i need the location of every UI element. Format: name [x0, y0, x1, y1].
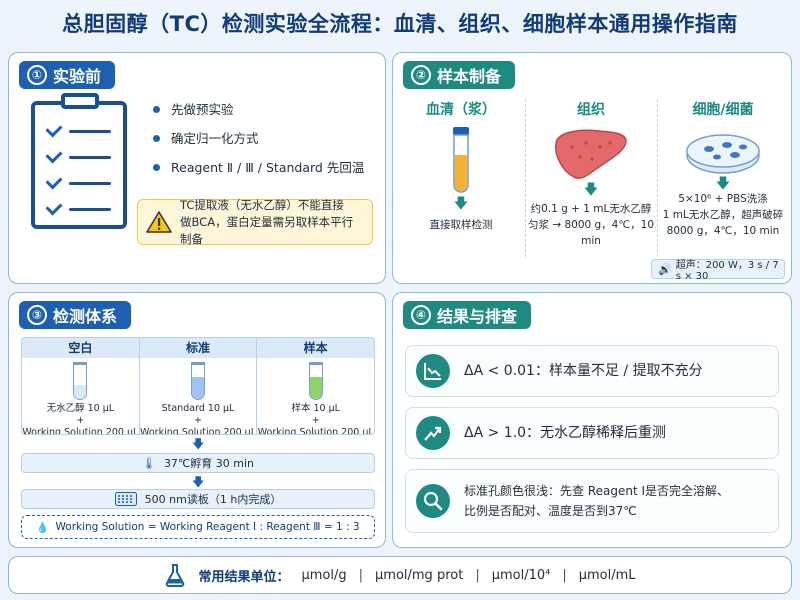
section-title: 实验前 [53, 67, 102, 86]
arrow-down-icon: 🡇 [453, 196, 469, 212]
arrow-down-icon: 🡇 [715, 176, 731, 192]
thermometer-icon: 🌡 [141, 456, 156, 470]
panel-assay-system: ③ 检测体系 空白 无水乙醇 10 μL + Working Solution … [8, 292, 386, 548]
result-text: ΔA < 0.01：样本量不足 / 提取不充分 [464, 363, 703, 379]
cell-line: 1 mL无水乙醇，超声破碎 [662, 209, 784, 221]
section-number: ② [411, 65, 431, 85]
section-title: 检测体系 [53, 307, 118, 326]
incubate-step: 🌡 37℃孵育 30 min [21, 453, 375, 473]
panel-sample-prep: ② 样本制备 血清（浆） 🡇 直接取样检测 组织 🡇 约0.1 g + 1 mL… [392, 52, 792, 284]
page-title: 总胆固醇（TC）检测实验全流程：血清、组织、细胞样本通用操作指南 [62, 12, 738, 36]
unit: μmol/g [301, 567, 347, 583]
serum-desc: 直接取样检测 [429, 219, 493, 231]
column-header: 标准 [139, 338, 257, 358]
cell-line: 样本 10 μL [291, 403, 340, 414]
plus-sign: + [76, 415, 85, 426]
panel-before-experiment: ① 实验前 先做预实验 确定归一化方式 Reagent Ⅱ / Ⅲ / Stan… [8, 52, 386, 284]
formula-text: Working Solution = Working Reagent Ⅰ : R… [55, 521, 360, 533]
read-step: 500 nm读板（1 h内完成） [21, 489, 375, 509]
warning-note: TC提取液（无水乙醇）不能直接 做BCA，蛋白定量需另取样本平行制备 [137, 197, 373, 246]
result-high: ΔA > 1.0：无水乙醇稀释后重测 [405, 407, 779, 459]
result-text: ΔA > 1.0：无水乙醇稀释后重测 [464, 425, 667, 441]
cell-line: Working Solution 200 μL [22, 427, 139, 435]
cell-line: Working Solution 200 μL [257, 427, 374, 435]
unit: μmol/10⁴ [491, 567, 551, 583]
unit: μmol/mL [578, 567, 636, 583]
result-text: 比例是否配对、温度是否到37℃ [464, 504, 637, 518]
warning-line: TC提取液（无水乙醇）不能直接 [180, 197, 344, 212]
flask-icon [166, 564, 185, 587]
magnifier-icon [416, 484, 450, 518]
tissue-line: 约0.1 g + 1 mL无水乙醇 [530, 203, 652, 215]
speaker-icon: 🔊 [658, 262, 672, 276]
panel-results: ④ 结果与排查 ΔA < 0.01：样本量不足 / 提取不充分 ΔA > 1.0… [392, 292, 792, 548]
section-title: 样本制备 [437, 67, 502, 86]
section-header: ① 实验前 [19, 61, 116, 89]
cell-line: 8000 g，4℃，10 min [666, 225, 780, 237]
serum-title: 血清（浆） [426, 102, 496, 118]
tube-icon [191, 362, 205, 400]
unit: μmol/mg prot [375, 567, 464, 583]
blood-tube-icon [453, 127, 469, 193]
clipboard-checklist-icon [31, 93, 127, 229]
warning-line: 做BCA，蛋白定量需另取样本平行制备 [180, 214, 354, 246]
plus-sign: + [311, 415, 320, 426]
plus-sign: + [194, 415, 202, 426]
microplate-icon [114, 492, 137, 506]
units-footer: 常用结果单位： μmol/g | μmol/mg prot | μmol/10⁴… [8, 556, 792, 594]
assay-table: 空白 无水乙醇 10 μL + Working Solution 200 μL … [21, 337, 375, 435]
table-column-blank: 空白 无水乙醇 10 μL + Working Solution 200 μL [22, 338, 140, 434]
serum-column: 血清（浆） 🡇 直接取样检测 [397, 99, 525, 233]
section-number: ④ [411, 305, 431, 325]
trend-up-icon [416, 416, 450, 450]
cell-line: 无水乙醇 10 μL [46, 403, 115, 414]
sonication-text: 超声：200 W，3 s / 7 s × 30 [675, 260, 779, 282]
prep-list: 先做预实验 确定归一化方式 Reagent Ⅱ / Ⅲ / Standard 先… [151, 101, 364, 188]
read-text: 500 nm读板（1 h内完成） [144, 493, 282, 506]
table-column-standard: 标准 Standard 10 μL + Working Solution 200… [139, 338, 258, 435]
result-low: ΔA < 0.01：样本量不足 / 提取不充分 [405, 345, 779, 397]
section-title: 结果与排查 [437, 307, 518, 326]
result-text: 标准孔颜色很浅：先查 Reagent Ⅰ是否完全溶解、 [464, 484, 730, 498]
working-solution-formula: 💧 Working Solution = Working Reagent Ⅰ :… [21, 515, 375, 539]
cell-column: 细胞/细菌 🡇 5×10⁶ + PBS洗涤 1 mL无水乙醇，超声破碎 8000… [657, 99, 789, 239]
tissue-line: 匀浆 → 8000 g，4℃，10 min [527, 219, 655, 247]
liver-icon [554, 129, 627, 180]
separator: | [358, 567, 364, 583]
tube-icon [308, 362, 323, 400]
cell-title: 细胞/细菌 [692, 102, 754, 118]
section-header: ③ 检测体系 [19, 301, 132, 329]
section-number: ① [27, 65, 47, 85]
tube-icon [73, 362, 88, 400]
cell-line: Working Solution 200 μL [140, 427, 256, 435]
section-header: ② 样本制备 [403, 61, 516, 89]
column-header: 空白 [22, 338, 139, 358]
cell-line: Standard 10 μL [161, 403, 235, 414]
tissue-column: 组织 🡇 约0.1 g + 1 mL无水乙醇 匀浆 → 8000 g，4℃，10… [527, 99, 655, 249]
result-troubleshoot: 标准孔颜色很浅：先查 Reagent Ⅰ是否完全溶解、 比例是否配对、温度是否到… [405, 469, 779, 533]
cell-line: 5×10⁶ + PBS洗涤 [678, 193, 768, 205]
tissue-title: 组织 [577, 102, 605, 118]
arrow-down-icon: 🡇 [583, 182, 599, 198]
table-column-sample: 样本 样本 10 μL + Working Solution 200 μL [257, 338, 374, 434]
separator: | [475, 567, 480, 583]
list-item: 先做预实验 [151, 101, 364, 130]
units-label: 常用结果单位： [198, 569, 290, 585]
list-item: 确定归一化方式 [151, 130, 364, 159]
petri-dish-icon [686, 134, 760, 174]
droplet-icon: 💧 [36, 521, 50, 534]
incubate-text: 37℃孵育 30 min [163, 457, 255, 470]
sonication-note: 🔊 超声：200 W，3 s / 7 s × 30 [651, 259, 785, 282]
trend-down-icon [416, 354, 450, 388]
section-header: ④ 结果与排查 [403, 301, 532, 329]
warning-icon [146, 211, 172, 233]
column-header: 样本 [257, 338, 374, 358]
list-item: Reagent Ⅱ / Ⅲ / Standard 先回温 [151, 159, 364, 188]
separator: | [562, 567, 567, 583]
section-number: ③ [27, 305, 47, 325]
